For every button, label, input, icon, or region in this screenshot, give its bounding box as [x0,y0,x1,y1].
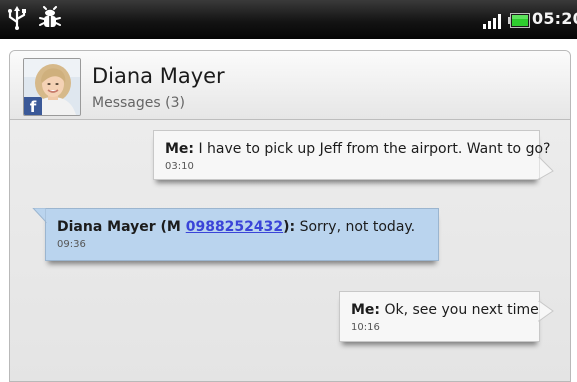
signal-icon [483,12,505,33]
message-bubble-incoming[interactable]: Diana Mayer (M 0988252432): Sorry, not t… [45,208,439,261]
contact-header[interactable]: f Diana Mayer Messages (3) [10,51,570,120]
message-count: Messages (3) [92,95,185,111]
message-body: I have to pick up Jeff from the airport.… [194,141,551,157]
message-time: 09:36 [57,239,86,250]
message-bubble-outgoing[interactable]: Me: Ok, see you next time. 10:16 [339,291,543,342]
bubble-tail [538,301,554,322]
message-sender: Me: [351,302,381,318]
usb-icon [6,6,28,34]
contact-avatar[interactable]: f [23,58,81,116]
message-sender: Me: [165,141,195,157]
status-bar: 05:20 [0,0,577,39]
message-body: Sorry, not today. [295,219,416,235]
conversation-panel: f Diana Mayer Messages (3) Me: I have to… [9,50,571,382]
battery-icon [508,13,530,32]
debug-bug-icon [38,6,62,34]
message-bubble-outgoing[interactable]: Me: I have to pick up Jeff from the airp… [153,130,550,180]
bubble-tail [32,208,47,224]
message-sender: Diana Mayer (M [57,219,186,235]
message-time: 03:10 [165,161,194,172]
facebook-icon: f [24,97,42,115]
contact-name: Diana Mayer [92,64,225,88]
phone-number-link[interactable]: 0988252432 [186,219,283,235]
message-sender-suffix: ): [283,219,296,235]
message-text: Me: Ok, see you next time. [351,301,543,319]
message-time: 10:16 [351,322,380,333]
bubble-tail [538,157,554,180]
message-text: Me: I have to pick up Jeff from the airp… [165,140,550,158]
status-time: 05:20 [532,9,577,28]
message-body: Ok, see you next time. [380,302,544,318]
message-thread[interactable]: Me: I have to pick up Jeff from the airp… [10,120,570,381]
message-text: Diana Mayer (M 0988252432): Sorry, not t… [57,218,426,236]
